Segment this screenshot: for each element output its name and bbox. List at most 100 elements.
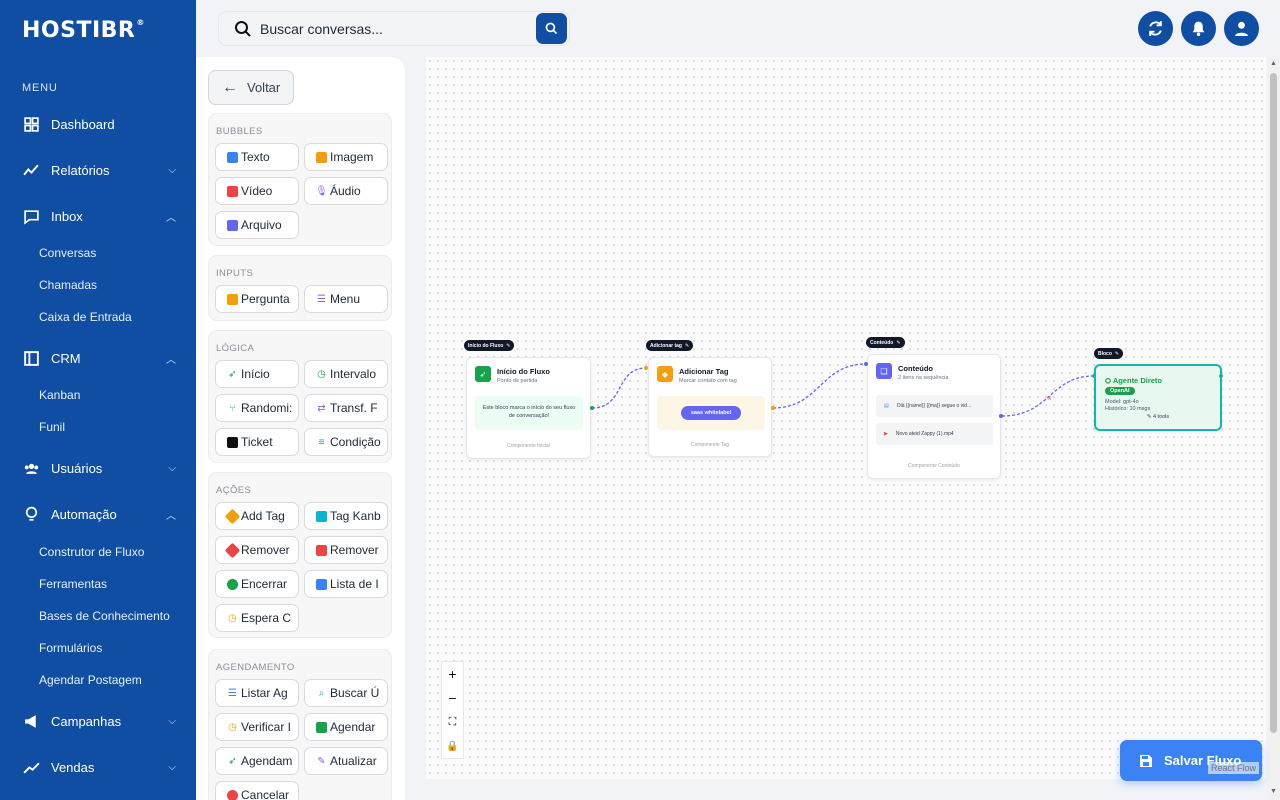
block-transferir[interactable]: ⇄ Transf. F (304, 394, 388, 422)
scroll-up-arrow[interactable]: ▲ (1270, 60, 1277, 67)
sidebar-sub-funil[interactable]: Funil (39, 420, 65, 434)
block-agendamento[interactable]: ➶ Agendam (215, 747, 299, 775)
block-atualizar[interactable]: ✎ Atualizar (304, 747, 388, 775)
block-remover-tag[interactable]: Remover (215, 536, 299, 564)
block-listar-agendamentos[interactable]: ☰ Listar Ag (215, 679, 299, 707)
node-handle[interactable] (999, 414, 1003, 418)
block-intervalo[interactable]: ◷ Intervalo (304, 360, 388, 388)
tag-remove-icon (224, 542, 241, 558)
cancel-icon (227, 789, 238, 800)
notifications-button[interactable] (1181, 11, 1216, 46)
block-buscar[interactable]: ⌕ Buscar Ú (304, 679, 388, 707)
node-handle[interactable] (644, 366, 648, 370)
node-handle[interactable] (771, 406, 775, 410)
node-handle[interactable] (590, 406, 594, 410)
content-item[interactable]: ▶ Novo ateid Zappy (1).mp4 (876, 423, 993, 445)
node-label-agent[interactable]: Bloco ✎ (1094, 348, 1124, 359)
sidebar-sub-chamadas[interactable]: Chamadas (39, 278, 97, 292)
sidebar-sub-formularios[interactable]: Formulários (39, 641, 102, 655)
lock-button[interactable]: 🔒 (442, 734, 463, 758)
block-remover-kanban[interactable]: Remover (304, 536, 388, 564)
block-menu[interactable]: ☰ Menu (304, 285, 388, 313)
section-inputs: INPUTS Pergunta ☰ Menu (208, 255, 392, 321)
fit-view-button[interactable]: ⛶ (442, 710, 463, 734)
block-encerrar[interactable]: Encerrar (215, 570, 299, 598)
sidebar-sub-construtor-fluxo[interactable]: Construtor de Fluxo (39, 545, 144, 559)
block-imagem[interactable]: Imagem (304, 143, 388, 171)
node-title: Adicionar Tag (679, 367, 729, 376)
logo[interactable]: HOSTIBR® (22, 18, 145, 43)
node-title: Conteúdo (898, 364, 933, 373)
sidebar-item-crm[interactable]: CRM ︿ (22, 346, 176, 370)
block-cancelar[interactable]: Cancelar (215, 781, 299, 800)
rocket-icon: ➶ (228, 755, 237, 767)
node-handle[interactable] (1219, 374, 1223, 378)
refresh-button[interactable] (1138, 11, 1173, 46)
list-icon (316, 578, 327, 590)
sidebar-sub-conversas[interactable]: Conversas (39, 246, 96, 260)
chevron-up-icon: ︿ (166, 510, 176, 522)
block-video[interactable]: Vídeo (215, 177, 299, 205)
node-label-tag[interactable]: Adicionar tag ✎ (646, 340, 694, 351)
sidebar-sub-caixa-entrada[interactable]: Caixa de Entrada (39, 310, 132, 324)
search-button[interactable] (536, 13, 567, 44)
sidebar-item-vendas[interactable]: Vendas ⌵ (22, 755, 176, 779)
block-pergunta[interactable]: Pergunta (215, 285, 299, 313)
crm-icon (22, 349, 40, 367)
scrollbar-thumb[interactable] (1270, 73, 1277, 733)
chevron-down-icon: ⌵ (168, 715, 176, 727)
sidebar-item-relatorios[interactable]: Relatórios ⌵ (22, 158, 176, 182)
block-arquivo[interactable]: Arquivo (215, 211, 299, 239)
chevron-down-icon: ⌵ (168, 761, 176, 773)
sidebar-sub-agendar-postagem[interactable]: Agendar Postagem (39, 673, 142, 687)
block-add-tag[interactable]: Add Tag (215, 502, 299, 530)
edit-icon: ✎ (896, 339, 901, 346)
sidebar-item-campanhas[interactable]: Campanhas ⌵ (22, 709, 176, 733)
profile-button[interactable] (1224, 11, 1259, 46)
scroll-down-arrow[interactable]: ▼ (1270, 788, 1277, 795)
node-label-start[interactable]: Início do Fluxo ✎ (464, 340, 515, 351)
block-texto[interactable]: Texto (215, 143, 299, 171)
block-randomizar[interactable]: ⑂ Randomi: (215, 394, 299, 422)
check-icon (227, 578, 238, 590)
block-ticket[interactable]: Ticket (215, 428, 299, 456)
zoom-in-button[interactable]: + (442, 662, 463, 686)
node-subtitle: Marcar contato com tag (679, 378, 737, 384)
sidebar-item-usuarios[interactable]: Usuários ⌵ (22, 456, 176, 480)
block-condicao[interactable]: ≡ Condição (304, 428, 388, 456)
sidebar-item-inbox[interactable]: Inbox ︿ (22, 204, 176, 228)
back-button[interactable]: ← Voltar (208, 70, 294, 105)
react-flow-attribution[interactable]: React Flow (1208, 762, 1260, 774)
node-footer: Componente Conteúdo (908, 463, 960, 469)
block-tag-kanban[interactable]: Tag Kanb (304, 502, 388, 530)
sidebar-item-dashboard[interactable]: Dashboard (22, 112, 176, 136)
sidebar-sub-bases-conhecimento[interactable]: Bases de Conhecimento (39, 609, 170, 623)
node-content[interactable]: ❏ Conteúdo 2 itens na sequência ▤ Olá {{na… (867, 354, 1001, 479)
sidebar-item-automacao[interactable]: Automação ︿ (22, 502, 176, 526)
content-item[interactable]: ▤ Olá {{name}} {{ma}} segue o vid... (876, 395, 993, 417)
chevron-down-icon: ⌵ (168, 462, 176, 474)
node-label-content[interactable]: Conteúdo ✎ (866, 337, 905, 348)
node-handle[interactable] (864, 362, 868, 366)
block-lista[interactable]: Lista de I (304, 570, 388, 598)
search-bar[interactable]: Buscar conversas... (218, 11, 570, 46)
chevron-up-icon: ︿ (166, 354, 176, 366)
zoom-out-button[interactable]: − (442, 686, 463, 710)
user-icon (1235, 21, 1248, 36)
node-start[interactable]: ➶ Início do Fluxo Ponto de partida Este b… (466, 357, 591, 459)
block-espera[interactable]: ◷ Espera C (215, 604, 299, 632)
node-add-tag[interactable]: ◆ Adicionar Tag Marcar contato com tag sa… (648, 357, 772, 457)
sidebar-sub-ferramentas[interactable]: Ferramentas (39, 577, 107, 591)
node-handle[interactable] (1092, 374, 1096, 378)
node-agent[interactable]: ⛭ Agente Direto OpenAI Model: gpt-4o His… (1094, 364, 1222, 431)
sidebar-sub-kanban[interactable]: Kanban (39, 388, 80, 402)
block-verificar[interactable]: ◷ Verificar I (215, 713, 299, 741)
search-input[interactable]: Buscar conversas... (260, 21, 383, 37)
model-info: Model: gpt-4o (1105, 399, 1139, 405)
section-title: BUBBLES (216, 126, 263, 137)
block-audio[interactable]: 🎙 Áudio (304, 177, 388, 205)
block-inicio[interactable]: ➶ Início (215, 360, 299, 388)
block-agendar[interactable]: Agendar (304, 713, 388, 741)
save-flow-button[interactable]: Salvar Fluxo (1120, 740, 1262, 781)
refresh-icon (1149, 21, 1162, 36)
